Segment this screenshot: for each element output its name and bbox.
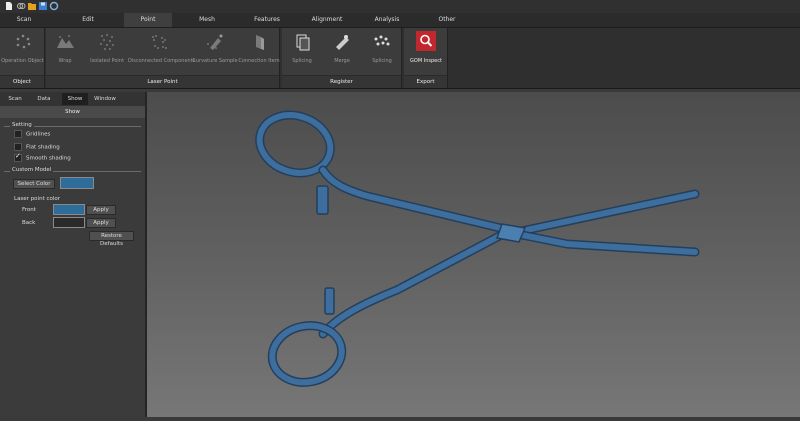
front-color-swatch[interactable] xyxy=(53,204,85,215)
merge-button[interactable]: Merge xyxy=(322,32,362,72)
isolated-point-label: Isolated Point xyxy=(90,58,124,64)
group-label-export: Export xyxy=(404,75,447,88)
show-panel: Scan Data Show Window Show Setting Gridl… xyxy=(0,92,147,417)
curvature-sample-label: Curvature Sample xyxy=(192,58,238,64)
gridlines-box[interactable] xyxy=(14,130,22,138)
gridlines-checkbox[interactable]: Gridlines xyxy=(14,130,50,138)
setting-title: Setting xyxy=(10,122,34,128)
menu-edit[interactable]: Edit xyxy=(62,13,114,27)
forceps-ring-lower xyxy=(267,321,347,387)
menu-analysis[interactable]: Analysis xyxy=(364,13,410,27)
smooth-shading-checkbox[interactable]: ✓ Smooth shading xyxy=(14,152,71,162)
merge-icon xyxy=(336,35,349,50)
forceps-arm-lower xyxy=(318,227,700,339)
point-splicing-label: Splicing xyxy=(372,58,392,64)
link-icon[interactable] xyxy=(16,1,26,11)
disconnected-components-icon xyxy=(152,35,167,49)
wrap-icon xyxy=(57,35,74,48)
new-file-icon[interactable] xyxy=(4,1,14,11)
operation-object-button[interactable]: Operation Object xyxy=(0,32,45,72)
tab-show[interactable]: Show xyxy=(62,93,88,105)
menu-other[interactable]: Other xyxy=(424,13,470,27)
gom-inspect-icon xyxy=(416,31,436,51)
settings-icon[interactable] xyxy=(49,1,59,11)
ribbon-toolbar: Operation Object Object Wrap Isolated Po… xyxy=(0,28,800,89)
smooth-shading-box[interactable]: ✓ xyxy=(14,152,22,162)
forceps-arm-upper xyxy=(318,165,700,237)
tab-scan[interactable]: Scan xyxy=(2,93,28,105)
tab-data[interactable]: Data xyxy=(30,93,58,105)
curvature-sample-icon xyxy=(207,34,223,50)
back-label: Back xyxy=(22,220,36,226)
ratchet-lower xyxy=(324,287,335,315)
point-splicing-button[interactable]: Splicing xyxy=(362,32,402,72)
isolated-point-button[interactable]: Isolated Point xyxy=(86,32,128,72)
back-apply-button[interactable]: Apply xyxy=(86,218,116,228)
section-title: Show xyxy=(0,106,145,118)
laser-point-color-title: Laser point color xyxy=(14,196,61,202)
back-color-swatch[interactable] xyxy=(53,217,85,228)
connection-item-label: Connection Item xyxy=(238,58,280,64)
splicing-icon xyxy=(296,34,310,51)
panel-tabs: Scan Data Show Window xyxy=(0,92,145,106)
gom-inspect-button[interactable]: GOM Inspect xyxy=(404,31,448,71)
front-apply-button[interactable]: Apply xyxy=(86,205,116,215)
disconnected-components-button[interactable]: Disconnected Components xyxy=(128,32,196,72)
menu-mesh[interactable]: Mesh xyxy=(184,13,230,27)
open-folder-icon[interactable] xyxy=(27,1,37,11)
flat-shading-box[interactable] xyxy=(14,143,22,151)
smooth-shading-label: Smooth shading xyxy=(26,155,71,162)
wrap-button[interactable]: Wrap xyxy=(46,32,84,72)
connection-item-icon xyxy=(256,35,264,50)
ribbon-group-register: Splicing Merge Splicing Register xyxy=(282,28,402,88)
menu-scan[interactable]: Scan xyxy=(0,13,48,27)
gridlines-label: Gridlines xyxy=(26,131,51,138)
gom-inspect-label: GOM Inspect xyxy=(410,58,442,64)
ratchet-upper xyxy=(316,185,329,215)
flat-shading-checkbox[interactable]: Flat shading xyxy=(14,143,60,151)
forceps-model xyxy=(255,110,700,387)
menu-point[interactable]: Point xyxy=(124,13,172,27)
save-icon[interactable] xyxy=(38,1,48,11)
curvature-sample-button[interactable]: Curvature Sample xyxy=(192,32,238,72)
title-bar xyxy=(0,0,800,13)
ribbon-group-laser-point: Wrap Isolated Point Disconnected Compone… xyxy=(46,28,280,88)
point-splicing-icon xyxy=(374,35,390,46)
menu-bar: Scan Edit Point Mesh Features Alignment … xyxy=(0,13,800,28)
front-label: Front xyxy=(22,207,36,213)
ribbon-group-object: Operation Object Object xyxy=(0,28,45,88)
wrap-label: Wrap xyxy=(58,58,72,64)
splicing-label: Splicing xyxy=(292,58,312,64)
disconnected-components-label: Disconnected Components xyxy=(128,58,196,64)
operation-object-label: Operation Object xyxy=(1,58,44,64)
ribbon-group-export: GOM Inspect Export xyxy=(404,28,448,88)
select-color-button[interactable]: Select Color xyxy=(13,179,55,189)
operation-object-icon xyxy=(16,34,30,49)
check-mark-icon: ✓ xyxy=(15,152,21,160)
tab-window[interactable]: Window xyxy=(90,93,120,105)
3d-viewport[interactable] xyxy=(147,92,800,417)
model-color-swatch[interactable] xyxy=(60,177,94,189)
forceps-hinge xyxy=(495,223,527,243)
restore-defaults-button[interactable]: Restore Defaults xyxy=(89,231,134,247)
connection-item-button[interactable]: Connection Item xyxy=(238,32,280,72)
isolated-point-icon xyxy=(100,34,114,50)
group-label-laser-point: Laser Point xyxy=(46,75,279,88)
menu-features[interactable]: Features xyxy=(244,13,290,27)
group-label-object: Object xyxy=(0,75,44,88)
custom-model-title: Custom Model xyxy=(10,167,54,173)
group-label-register: Register xyxy=(282,75,401,88)
splicing-button[interactable]: Splicing xyxy=(282,32,322,72)
menu-alignment[interactable]: Alignment xyxy=(304,13,350,27)
flat-shading-label: Flat shading xyxy=(26,144,60,151)
merge-label: Merge xyxy=(334,58,350,64)
